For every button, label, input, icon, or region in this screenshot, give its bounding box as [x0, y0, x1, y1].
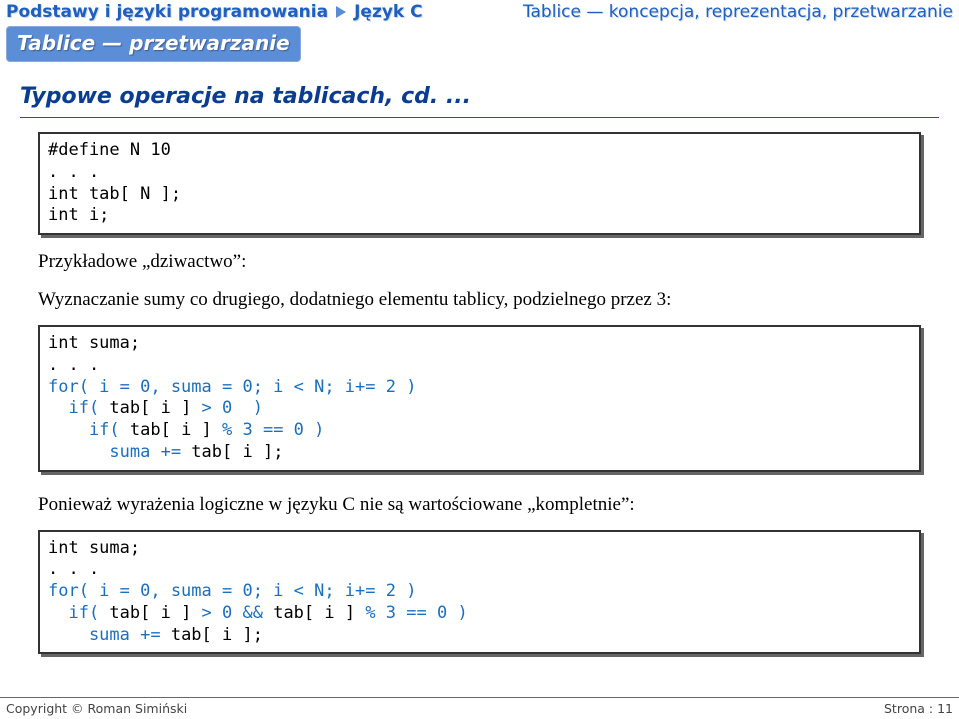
code-line: suma += tab[ i ]; [48, 442, 283, 462]
header-row: Podstawy i języki programowania Język C … [0, 0, 959, 24]
section-title: Typowe operacje na tablicach, cd. ... [20, 84, 959, 109]
footer: Copyright © Roman Simiński Strona : 11 [0, 697, 959, 719]
footer-page: Strona : 11 [884, 701, 953, 716]
paragraph-desc: Wyznaczanie sumy co drugiego, dodatniego… [38, 289, 921, 311]
code-line: int suma; [48, 333, 140, 353]
code-block-define: #define N 10 . . . int tab[ N ]; int i; [38, 132, 921, 235]
code-line: for( i = 0, suma = 0; i < N; i+= 2 ) [48, 377, 416, 397]
code-line: suma += tab[ i ]; [48, 625, 263, 645]
paragraph-note: Ponieważ wyrażenia logiczne w języku C n… [38, 494, 921, 516]
header-topic: Tablice — koncepcja, reprezentacja, prze… [523, 2, 953, 22]
code-line: #define N 10 [48, 140, 171, 160]
code-line: . . . [48, 162, 99, 182]
subheader-bar: Tablice — przetwarzanie [6, 26, 301, 62]
section-divider [20, 117, 939, 118]
header-left: Podstawy i języki programowania Język C [6, 2, 423, 22]
code-line: for( i = 0, suma = 0; i < N; i+= 2 ) [48, 581, 416, 601]
paragraph-heading: Przykładowe „dziwactwo”: [38, 251, 921, 273]
code-line: int tab[ N ]; [48, 184, 181, 204]
header-language: Język C [354, 2, 423, 22]
arrow-right-icon [336, 6, 346, 18]
code-line: int suma; [48, 538, 140, 558]
code-block-example2: int suma; . . . for( i = 0, suma = 0; i … [38, 530, 921, 655]
code-line: if( tab[ i ] > 0 ) [48, 398, 263, 418]
code-line: if( tab[ i ] % 3 == 0 ) [48, 420, 324, 440]
header-course-title: Podstawy i języki programowania [6, 2, 328, 22]
code-line: . . . [48, 355, 99, 375]
footer-copyright: Copyright © Roman Simiński [6, 701, 187, 716]
code-line: . . . [48, 559, 99, 579]
code-line: if( tab[ i ] > 0 && tab[ i ] % 3 == 0 ) [48, 603, 468, 623]
code-line: int i; [48, 205, 109, 225]
code-block-example1: int suma; . . . for( i = 0, suma = 0; i … [38, 325, 921, 472]
